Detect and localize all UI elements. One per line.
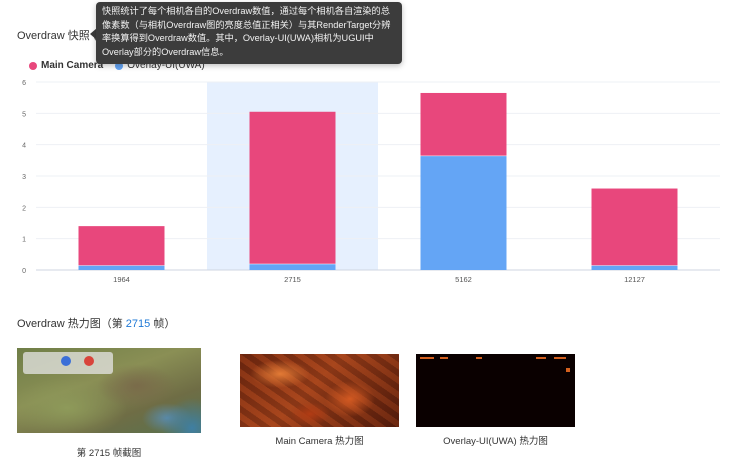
bar-segment-main-camera [249,111,336,264]
bar-segment-overlay [78,265,165,270]
snapshot-title-text: Overdraw 快照 [17,30,90,42]
bar-segment-overlay [249,263,336,270]
overlay-mark [566,368,570,372]
frame-screenshot-caption: 第 2715 帧截图 [76,448,142,459]
y-tick-label: 2 [22,205,26,212]
x-tick-label: 1964 [113,275,130,284]
overlay-mark [440,357,448,359]
overlay-mark [536,357,546,359]
x-tick-label: 5162 [455,275,472,284]
y-tick-label: 4 [22,143,26,150]
mini-blue-button-icon [61,356,71,366]
y-tick-label: 0 [22,268,26,275]
overlay-mark [554,357,566,359]
overlay-heatmap-caption: Overlay-UI(UWA) 热力图 [443,436,548,447]
y-tick-label: 6 [22,80,26,87]
overlay-heatmap-thumbnail[interactable] [416,354,575,427]
heatmap-title-suffix: 帧） [150,318,176,330]
y-tick-label: 5 [22,111,26,118]
info-tooltip: 快照统计了每个相机各自的Overdraw数值，通过每个相机各自渲染的总像素数（与… [96,2,402,64]
overdraw-stacked-bar-chart: 0 1 2 3 4 5 6 1964 2715 5162 12127 [22,80,720,284]
main-camera-heatmap-thumbnail[interactable] [240,354,399,427]
bar-segment-main-camera [78,226,165,266]
overlay-mark [420,357,434,359]
heatmap-frame-link[interactable]: 2715 [126,318,150,330]
legend-dot-main-camera [29,61,37,70]
bar-segment-main-camera [420,92,507,156]
y-tick-label: 1 [22,237,26,244]
x-tick-label: 2715 [284,275,301,284]
heatmap-section-title: Overdraw 热力图（第 2715 帧） [17,315,175,331]
bar-segment-overlay [591,265,678,270]
mini-red-button-icon [84,356,94,366]
main-camera-heatmap-caption: Main Camera 热力图 [275,436,364,447]
frame-screenshot-thumbnail[interactable] [17,348,201,433]
overlay-mark [476,357,482,359]
heatmap-title-prefix: Overdraw 热力图（第 [17,318,126,330]
x-tick-label: 12127 [624,275,645,284]
bar-segment-overlay [420,155,507,270]
bar-segment-main-camera [591,188,678,266]
y-tick-label: 3 [22,174,26,181]
